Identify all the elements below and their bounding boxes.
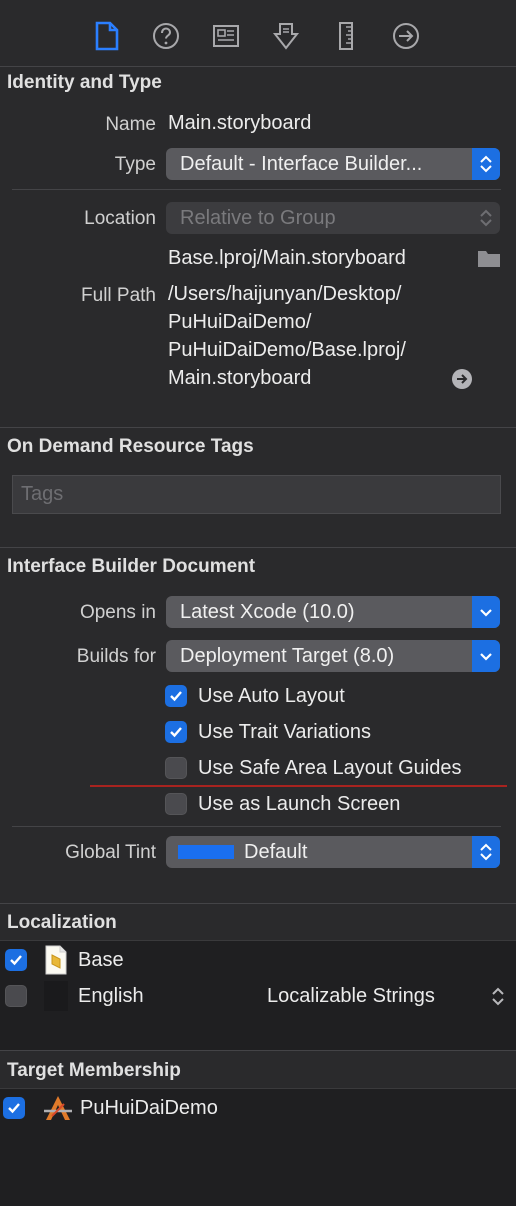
safe-area-label[interactable]: Use Safe Area Layout Guides xyxy=(198,757,462,780)
tags-section-title: On Demand Resource Tags xyxy=(7,436,254,457)
localization-section-title: Localization xyxy=(7,912,117,933)
base-checkbox[interactable] xyxy=(5,949,27,971)
launch-screen-label[interactable]: Use as Launch Screen xyxy=(198,793,400,816)
fullpath-label: Full Path xyxy=(81,285,156,306)
name-label: Name xyxy=(105,114,156,135)
trait-variations-label[interactable]: Use Trait Variations xyxy=(198,721,371,744)
stepper-arrows-icon[interactable] xyxy=(489,985,507,1009)
storyboard-file-icon xyxy=(44,945,68,975)
identity-section-title: Identity and Type xyxy=(7,72,162,93)
quick-help-icon[interactable] xyxy=(151,20,181,52)
tint-color-swatch xyxy=(178,845,234,859)
type-popup[interactable]: Default - Interface Builder... xyxy=(166,148,500,180)
file-inspector-icon[interactable] xyxy=(92,20,122,52)
location-popup-value: Relative to Group xyxy=(180,207,336,229)
fullpath-line: PuHuiDaiDemo/Base.lproj/ xyxy=(168,339,406,361)
identity-divider xyxy=(12,189,501,190)
english-label: English xyxy=(78,985,144,1007)
english-type-popup[interactable]: Localizable Strings xyxy=(267,985,435,1008)
opens-in-label: Opens in xyxy=(79,602,156,623)
type-popup-value: Default - Interface Builder... xyxy=(180,153,423,175)
tags-input[interactable]: Tags xyxy=(12,475,501,514)
trait-variations-checkbox[interactable] xyxy=(165,721,187,743)
chevron-down-icon xyxy=(472,596,500,628)
section-divider xyxy=(0,903,516,904)
location-label: Location xyxy=(84,208,156,229)
size-inspector-icon[interactable] xyxy=(331,20,361,52)
ib-divider xyxy=(12,826,501,827)
location-path: Base.lproj/Main.storyboard xyxy=(168,247,406,269)
stepper-arrows-icon xyxy=(472,148,500,180)
section-divider xyxy=(0,427,516,428)
stepper-arrows-icon xyxy=(472,836,500,868)
toolbar-divider xyxy=(0,66,516,67)
fullpath-line: /Users/haijunyan/Desktop/ xyxy=(168,283,402,305)
global-tint-label: Global Tint xyxy=(65,842,156,863)
target-checkbox[interactable] xyxy=(3,1097,25,1119)
launch-screen-checkbox[interactable] xyxy=(165,793,187,815)
fullpath-line: Main.storyboard xyxy=(168,367,312,389)
safe-area-checkbox[interactable] xyxy=(165,757,187,779)
folder-icon[interactable] xyxy=(476,247,502,269)
base-label: Base xyxy=(78,949,124,971)
auto-layout-checkbox[interactable] xyxy=(165,685,187,707)
file-placeholder-icon xyxy=(44,981,68,1011)
connections-inspector-icon[interactable] xyxy=(391,20,421,52)
fullpath-line: PuHuiDaiDemo/ xyxy=(168,311,312,333)
english-checkbox[interactable] xyxy=(5,985,27,1007)
global-tint-value: Default xyxy=(244,841,308,863)
type-label: Type xyxy=(114,154,156,175)
builds-for-value: Deployment Target (8.0) xyxy=(180,645,395,667)
target-label: PuHuiDaiDemo xyxy=(80,1097,218,1119)
ib-section-title: Interface Builder Document xyxy=(7,556,256,577)
reveal-in-finder-icon[interactable] xyxy=(451,368,473,390)
target-table xyxy=(0,1089,516,1206)
identity-inspector-icon[interactable] xyxy=(211,20,241,52)
inspector-toolbar xyxy=(0,0,516,66)
builds-for-popup[interactable]: Deployment Target (8.0) xyxy=(166,640,500,672)
app-target-icon xyxy=(42,1094,74,1122)
opens-in-popup[interactable]: Latest Xcode (10.0) xyxy=(166,596,500,628)
name-value[interactable]: Main.storyboard xyxy=(168,112,311,135)
attributes-inspector-icon[interactable] xyxy=(271,20,301,52)
location-popup[interactable]: Relative to Group xyxy=(166,202,500,234)
annotation-underline xyxy=(90,785,507,787)
target-section-title: Target Membership xyxy=(7,1060,181,1081)
auto-layout-label[interactable]: Use Auto Layout xyxy=(198,685,345,708)
builds-for-label: Builds for xyxy=(76,646,156,667)
opens-in-value: Latest Xcode (10.0) xyxy=(180,601,355,623)
chevron-down-icon xyxy=(472,640,500,672)
section-divider xyxy=(0,1050,516,1051)
stepper-arrows-icon xyxy=(472,202,500,234)
global-tint-popup[interactable]: Default xyxy=(166,836,500,868)
section-divider xyxy=(0,547,516,548)
